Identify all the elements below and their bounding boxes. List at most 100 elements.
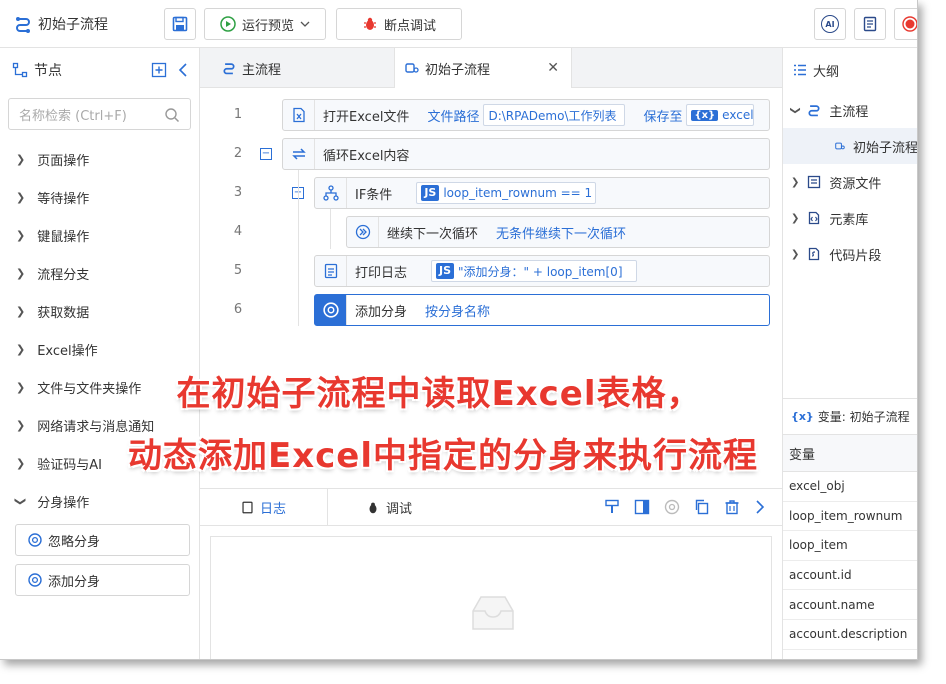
trash-icon[interactable] xyxy=(724,499,740,515)
variable-row[interactable]: loop_item xyxy=(783,531,917,561)
node-category-get-data[interactable]: ❯ 获取数据 xyxy=(0,292,199,330)
add-node-icon[interactable] xyxy=(151,62,167,78)
code-file-icon xyxy=(809,211,820,225)
chevron-right-icon: ❯ xyxy=(16,152,26,166)
resource-file-icon xyxy=(808,175,821,189)
chevron-right-icon: ❯ xyxy=(16,266,26,280)
run-preview-button[interactable]: 运行预览 xyxy=(204,8,326,40)
line-number: 6 xyxy=(233,302,243,317)
document-button[interactable] xyxy=(854,8,886,40)
chevron-down-icon xyxy=(300,21,310,27)
nodes-icon xyxy=(12,62,28,78)
subflow-icon xyxy=(405,63,419,73)
collapse-loop-toggle[interactable]: − xyxy=(260,148,272,160)
run-preview-label: 运行预览 xyxy=(241,18,294,34)
indent-guide xyxy=(330,209,331,249)
line-number: 3 xyxy=(233,185,243,200)
top-toolbar: 初始子流程 运行预览 断点调试 AI xyxy=(0,0,917,48)
list-icon xyxy=(794,64,806,76)
step-open-excel[interactable]: 打开Excel文件 文件路径 D:\RPADemo\工作列表 保存至 {x} ex… xyxy=(282,99,770,131)
outline-panel: 大纲 ❯ 主流程 初始子流程 ❯ 资源文件 ❯ 元素库 ❯ 代码片段 {x} 变… xyxy=(782,48,917,659)
line-number: 1 xyxy=(233,107,243,122)
editor-tabs: 主流程 初始子流程 ✕ xyxy=(200,48,782,88)
outline-header: 大纲 xyxy=(783,48,917,92)
bug-icon xyxy=(363,17,376,30)
outline-item-resources[interactable]: ❯ 资源文件 xyxy=(783,164,917,200)
indent-guide xyxy=(298,170,299,326)
chevron-right-icon: ❯ xyxy=(791,176,800,188)
step-add-clone[interactable]: 添加分身 按分身名称 xyxy=(314,294,770,326)
record-button[interactable] xyxy=(894,8,917,40)
chevron-right-icon: ❯ xyxy=(16,228,26,242)
node-category-excel[interactable]: ❯ Excel操作 xyxy=(0,330,199,368)
tab-init-subflow[interactable]: 初始子流程 ✕ xyxy=(394,48,572,88)
panel-icon[interactable] xyxy=(634,499,650,515)
copy-icon[interactable] xyxy=(694,499,710,515)
node-category-flow-branch[interactable]: ❯ 流程分支 xyxy=(0,254,199,292)
line-number: 2 xyxy=(233,146,243,161)
node-category-clone-ops[interactable]: ❯ 分身操作 xyxy=(0,482,199,520)
excel-file-icon xyxy=(292,107,305,123)
breakpoint-debug-label: 断点调试 xyxy=(383,18,436,34)
document-icon xyxy=(242,501,253,514)
file-path-field[interactable]: D:\RPADemo\工作列表 xyxy=(483,104,626,126)
brush-icon[interactable] xyxy=(604,499,620,515)
stop-icon[interactable] xyxy=(664,499,680,515)
log-toolbar: 日志 调试 xyxy=(200,488,782,526)
save-icon xyxy=(172,16,188,32)
subflow-icon xyxy=(835,142,845,150)
node-add-clone[interactable]: 添加分身 xyxy=(15,564,190,596)
variable-row[interactable]: account.name xyxy=(783,590,917,620)
variable-row[interactable]: account.id xyxy=(783,561,917,591)
js-icon: JS xyxy=(421,185,440,201)
variable-icon: {x} xyxy=(691,109,719,121)
tab-main-flow[interactable]: 主流程 xyxy=(222,48,281,88)
node-category-page-ops[interactable]: ❯ 页面操作 xyxy=(0,140,199,178)
annotation-line-2: 动态添加Excel中指定的分身来执行流程 xyxy=(127,436,759,476)
breakpoint-debug-button[interactable]: 断点调试 xyxy=(336,8,462,40)
tab-log[interactable]: 日志 xyxy=(200,489,328,526)
save-to-variable-field[interactable]: {x}excel_o xyxy=(686,104,755,126)
document-icon xyxy=(863,16,877,32)
chrome-icon xyxy=(28,573,42,587)
line-number: 4 xyxy=(233,224,243,239)
step-if-condition[interactable]: IF条件 JS loop_item_rownum == 1 xyxy=(314,177,770,209)
chevron-down-icon: ❯ xyxy=(789,105,801,115)
close-icon[interactable]: ✕ xyxy=(547,60,559,76)
step-loop-excel[interactable]: 循环Excel内容 xyxy=(282,138,770,170)
collapse-panel-icon[interactable] xyxy=(177,62,189,78)
variable-row[interactable]: account.description xyxy=(783,620,917,650)
record-icon xyxy=(902,16,917,32)
log-actions xyxy=(604,499,766,515)
ai-icon: AI xyxy=(821,15,839,33)
js-icon: JS xyxy=(436,263,455,279)
outline-item-main-flow[interactable]: ❯ 主流程 xyxy=(783,92,917,128)
step-print-log[interactable]: 打印日志 JS "添加分身：" + loop_item[0] xyxy=(314,255,770,287)
app-window: 初始子流程 运行预览 断点调试 AI 节点 名称检索 (Ctrl+F) ❯ 页面… xyxy=(0,0,918,660)
node-ignore-clone[interactable]: 忽略分身 xyxy=(15,524,190,556)
outline-item-init-subflow[interactable]: 初始子流程 xyxy=(783,128,917,164)
log-expression-field[interactable]: JS "添加分身：" + loop_item[0] xyxy=(431,260,638,282)
ai-button[interactable]: AI xyxy=(814,8,846,40)
nodes-panel: 节点 名称检索 (Ctrl+F) ❯ 页面操作 ❯ 等待操作 ❯ 键鼠操作 ❯ 流程分支… xyxy=(0,48,200,659)
variable-row[interactable]: loop_item_rownum xyxy=(783,502,917,532)
search-icon xyxy=(165,108,180,123)
snippet-icon xyxy=(809,247,820,261)
chevron-right-icon: ❯ xyxy=(16,190,26,204)
if-expression-field[interactable]: JS loop_item_rownum == 1 xyxy=(416,182,597,204)
flow-icon xyxy=(223,63,235,75)
flow-icon xyxy=(16,17,30,33)
flow-icon xyxy=(808,105,820,117)
outline-item-elements[interactable]: ❯ 元素库 xyxy=(783,200,917,236)
branch-icon xyxy=(322,185,339,201)
step-continue-loop[interactable]: 继续下一次循环 无条件继续下一次循环 xyxy=(346,216,770,248)
chevron-right-icon: ❯ xyxy=(16,342,26,356)
outline-item-snippets[interactable]: ❯ 代码片段 xyxy=(783,236,917,272)
node-search-input[interactable]: 名称检索 (Ctrl+F) xyxy=(8,98,191,130)
chevron-right-icon[interactable] xyxy=(754,499,766,515)
annotation-line-1: 在初始子流程中读取Excel表格， xyxy=(176,374,702,414)
save-button[interactable] xyxy=(164,8,196,40)
node-category-keyboard-mouse[interactable]: ❯ 键鼠操作 xyxy=(0,216,199,254)
node-category-wait-ops[interactable]: ❯ 等待操作 xyxy=(0,178,199,216)
tab-debug[interactable]: 调试 xyxy=(328,489,450,526)
